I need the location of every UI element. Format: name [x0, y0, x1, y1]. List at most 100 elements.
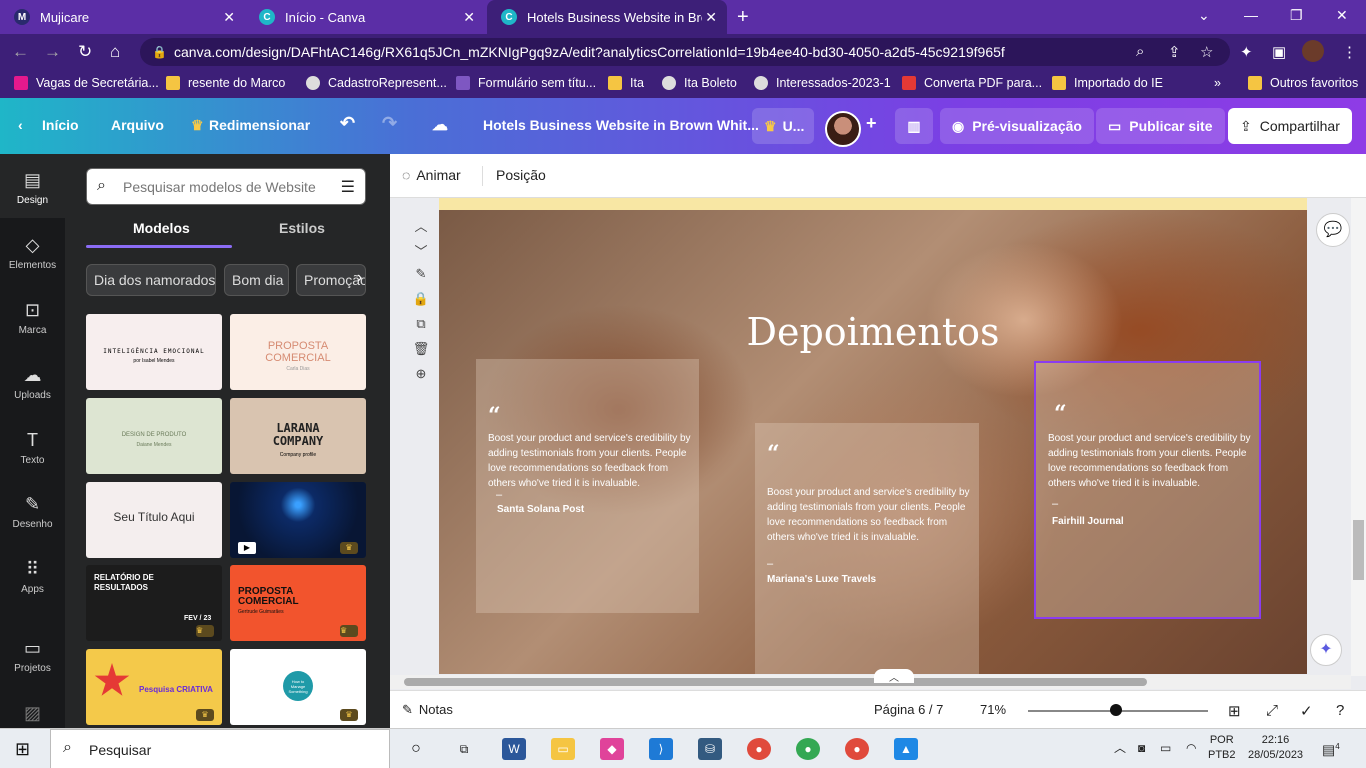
resize-button[interactable]: Redimensionar — [209, 117, 310, 133]
cortana-icon[interactable]: ○ — [404, 738, 428, 760]
magic-assistant-icon[interactable]: ✦ — [1310, 634, 1342, 666]
zoom-slider-handle[interactable] — [1110, 704, 1123, 716]
preview-button[interactable]: ◉ Pré-visualização — [940, 108, 1094, 144]
tab-mujicare[interactable]: M Mujicare ✕ — [0, 0, 245, 34]
animate-button[interactable]: ◌ Animar — [402, 167, 461, 183]
photos-icon[interactable]: ▲ — [894, 738, 918, 760]
bookmark-item[interactable]: resente do Marco — [166, 76, 285, 90]
chevron-right-icon[interactable]: › — [357, 269, 362, 287]
file-menu[interactable]: Arquivo — [111, 117, 164, 133]
template-thumbnail[interactable]: LARANA COMPANY Company profile — [230, 398, 366, 474]
template-thumbnail[interactable]: INTELIGÊNCIA EMOCIONAL por Isabel Mendes — [86, 314, 222, 390]
add-collaborator-icon[interactable]: + — [866, 113, 877, 134]
template-search-input[interactable]: ⌕ Pesquisar modelos de Website ☰ — [86, 168, 366, 205]
bookmark-item[interactable]: Ita Boleto — [662, 76, 737, 90]
reload-icon[interactable]: ↻ — [78, 42, 92, 62]
file-explorer-icon[interactable]: ▭ — [551, 738, 575, 760]
new-tab-icon[interactable]: + — [737, 6, 749, 29]
chrome-icon[interactable]: ● — [796, 738, 820, 760]
rail-item-draw[interactable]: ✎ Desenho — [0, 494, 65, 530]
chevron-down-icon[interactable]: ﹀ — [410, 241, 432, 266]
close-icon[interactable]: ✕ — [463, 9, 475, 26]
clock[interactable]: 22:16 28/05/2023 — [1248, 733, 1303, 763]
rail-item-uploads[interactable]: ☁ Uploads — [0, 365, 65, 401]
chrome-icon[interactable]: ● — [845, 738, 869, 760]
battery-icon[interactable]: ▭ — [1160, 741, 1171, 756]
taskbar-search-input[interactable]: ⌕ Pesquisar — [50, 729, 390, 768]
template-thumbnail[interactable]: Pesquisa CRIATIVA ♛ — [86, 649, 222, 725]
rail-item-apps[interactable]: ⠿ Apps — [0, 559, 65, 595]
template-thumbnail[interactable]: PROPOSTA COMERCIAL Carla Dias — [230, 314, 366, 390]
template-thumbnail[interactable]: RELATÓRIO DE RESULTADOS FEV / 23 ♛ — [86, 565, 222, 641]
zoom-search-icon[interactable]: ⌕ — [1136, 43, 1144, 60]
scrollbar-thumb[interactable] — [1353, 520, 1364, 580]
word-icon[interactable]: W — [502, 738, 526, 760]
chip-bom-dia[interactable]: Bom dia — [224, 264, 289, 296]
chip-promocao[interactable]: Promoção — [296, 264, 366, 296]
chip-dia-dos-namorados[interactable]: Dia dos namorados — [86, 264, 216, 296]
trash-icon[interactable]: 🗑 — [410, 341, 432, 366]
testimonial-card-selected[interactable]: “ Boost your product and service's credi… — [1034, 361, 1261, 619]
slide-title[interactable]: Depoimentos — [439, 310, 1307, 354]
slide-testimonials[interactable]: Depoimentos “ Boost your product and ser… — [439, 210, 1307, 674]
tab-inicio-canva[interactable]: C Início - Canva ✕ — [245, 0, 485, 34]
star-icon[interactable]: ☆ — [1200, 43, 1213, 61]
zoom-value[interactable]: 71% — [980, 702, 1006, 717]
bookmark-item[interactable]: Converta PDF para... — [902, 76, 1042, 90]
lock-icon[interactable]: 🔒 — [410, 291, 432, 316]
task-view-icon[interactable]: ⧉ — [452, 738, 476, 760]
add-page-icon[interactable]: ⊕ — [410, 366, 432, 391]
help-icon[interactable]: ? — [1336, 702, 1344, 719]
rail-item-photos[interactable]: ▨ — [0, 703, 65, 728]
share-button[interactable]: ⇪ Compartilhar — [1228, 108, 1352, 144]
vscode-icon[interactable]: ⟩ — [649, 738, 673, 760]
document-title[interactable]: Hotels Business Website in Brown Whit... — [483, 117, 759, 133]
scrollbar-thumb[interactable] — [404, 678, 1147, 686]
mysql-icon[interactable]: ⛁ — [698, 738, 722, 760]
undo-icon[interactable]: ↶ — [340, 113, 355, 134]
rail-item-text[interactable]: T Texto — [0, 430, 65, 466]
minimize-icon[interactable]: — — [1244, 7, 1258, 23]
rail-item-brand[interactable]: ⊡ Marca — [0, 300, 65, 336]
user-avatar[interactable] — [825, 111, 861, 147]
bookmark-item[interactable]: Interessados-2023-1 — [754, 76, 891, 90]
camera-icon[interactable]: ◙ — [1138, 741, 1145, 756]
filter-icon[interactable]: ☰ — [341, 177, 355, 197]
upgrade-button[interactable]: ♛ U... — [752, 108, 814, 144]
template-thumbnail[interactable]: How to Manage Something ♛ — [230, 649, 366, 725]
chevron-down-icon[interactable]: ⌄ — [1198, 7, 1210, 24]
back-arrow-icon[interactable]: ← — [12, 42, 29, 62]
cloud-saved-icon[interactable]: ☁ — [432, 115, 448, 135]
notes-edit-icon[interactable]: ✎ — [410, 266, 432, 291]
add-comment-icon[interactable]: 💬 — [1316, 213, 1350, 247]
notes-button[interactable]: ✎ Notas — [402, 702, 453, 718]
expand-pages-icon[interactable]: ︿ — [874, 669, 914, 684]
back-chevron-icon[interactable]: ‹ — [18, 117, 23, 133]
testimonial-card[interactable]: “ Boost your product and service's credi… — [755, 423, 979, 674]
wifi-icon[interactable]: ◠ — [1186, 741, 1196, 756]
tab-hotels-design[interactable]: C Hotels Business Website in Brown ✕ — [487, 0, 727, 34]
forward-arrow-icon[interactable]: → — [44, 42, 61, 62]
template-thumbnail[interactable]: Seu Título Aqui — [86, 482, 222, 558]
template-thumbnail[interactable]: PROPOSTA COMERCIAL Gertrude Guimarães ♛ — [230, 565, 366, 641]
paint-icon[interactable]: ◆ — [600, 738, 624, 760]
bookmark-item[interactable]: Vagas de Secretária... — [14, 76, 159, 90]
tray-expand-icon[interactable]: ︿ — [1114, 741, 1126, 756]
bookmark-item[interactable]: CadastroRepresent... — [306, 76, 447, 90]
more-bookmarks-icon[interactable]: » — [1214, 76, 1221, 90]
home-link[interactable]: Início — [42, 117, 79, 133]
vertical-scrollbar[interactable] — [1351, 198, 1366, 676]
horizontal-scrollbar[interactable]: ︿ — [390, 669, 1351, 689]
windows-start-icon[interactable]: ⊞ — [15, 739, 30, 760]
position-button[interactable]: Posição — [496, 167, 546, 183]
chrome-icon[interactable]: ● — [747, 738, 771, 760]
close-icon[interactable]: ✕ — [705, 9, 717, 26]
grid-view-icon[interactable]: ⊞ — [1228, 702, 1241, 720]
fullscreen-icon[interactable]: ⤢ — [1266, 702, 1278, 719]
redo-icon[interactable]: ↷ — [382, 113, 397, 134]
profile-avatar-icon[interactable] — [1302, 40, 1324, 62]
testimonial-card[interactable]: “ Boost your product and service's credi… — [476, 359, 699, 613]
analytics-button[interactable]: ▥ — [895, 108, 933, 144]
chevron-up-icon[interactable]: ︿ — [410, 216, 432, 241]
duplicate-icon[interactable]: ⧉ — [410, 316, 432, 341]
